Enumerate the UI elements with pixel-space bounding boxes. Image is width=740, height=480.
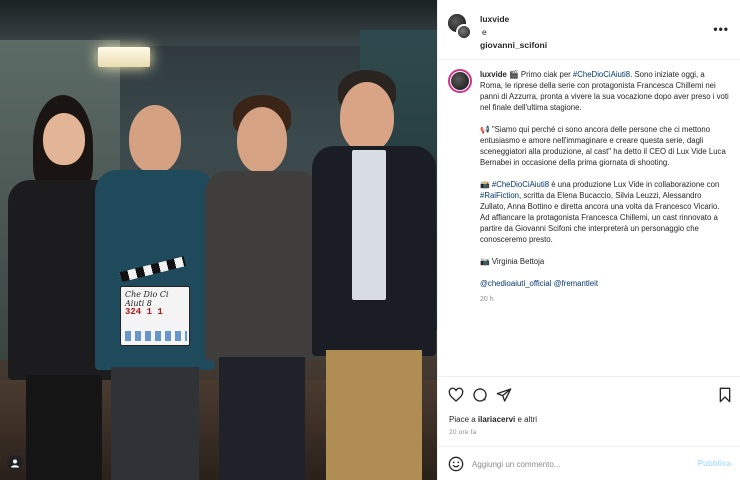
mention-link-1[interactable]: @chedioaiuti_official <box>480 279 552 288</box>
mention-link-2[interactable]: @fremantleit <box>554 279 598 288</box>
action-icons <box>448 387 733 405</box>
caption-text: luxvide 🎬 Primo ciak per #CheDioCiAiuti8… <box>480 69 729 305</box>
photo-ceiling-lamp <box>98 47 150 67</box>
post-actions: Piace a ilariacervi e altri 20 ore fa Pu… <box>438 376 740 480</box>
clapper-title: Che Dio Ci Aiuti 8 <box>125 290 169 308</box>
post-header: luxvide e giovanni_scifoni ••• <box>438 0 740 60</box>
hashtag-link-2[interactable]: #CheDioCiAiuti8 <box>492 180 549 189</box>
share-icon[interactable] <box>496 387 512 403</box>
authors-conjunction: e <box>482 27 487 37</box>
author-link-giovanni[interactable]: giovanni_scifoni <box>480 39 547 52</box>
post-timestamp[interactable]: 20 ore fa <box>449 429 476 436</box>
caption-avatar[interactable] <box>448 69 472 93</box>
clapperboard: Che Dio Ci Aiuti 8 324 1 1 <box>119 256 190 346</box>
clapper-numbers: 324 1 1 <box>125 307 163 317</box>
comment-icon[interactable] <box>472 387 488 403</box>
hashtag-link[interactable]: #CheDioCiAiuti8 <box>573 70 630 79</box>
likes-prefix: Piace a <box>449 415 478 424</box>
comment-input[interactable] <box>472 457 682 471</box>
post-authors: luxvide e giovanni_scifoni <box>480 13 547 52</box>
caption-para3-prefix: 📸 <box>480 180 492 189</box>
author-link-luxvide[interactable]: luxvide <box>480 13 547 26</box>
post-photo[interactable]: Che Dio Ci Aiuti 8 324 1 1 <box>0 0 437 480</box>
likes-user[interactable]: ilariacervi <box>478 415 515 424</box>
caption-line1-end: . <box>630 70 633 79</box>
clapper-board: Che Dio Ci Aiuti 8 324 1 1 <box>120 286 190 346</box>
likes-summary[interactable]: Piace a ilariacervi e altri <box>449 415 537 424</box>
person-young-man <box>205 95 320 480</box>
caption-para3-mid: è una produzione Lux Vide in collaborazi… <box>549 180 720 189</box>
publish-button[interactable]: Pubblica <box>698 459 731 468</box>
hashtag-link-raifiction[interactable]: #RaiFiction <box>480 191 519 200</box>
bookmark-icon[interactable] <box>717 387 733 403</box>
caption-credit: 📷 Virginia Bettoja <box>480 257 545 266</box>
comment-bar: Pubblica <box>438 446 740 480</box>
caption-timestamp: 20 h <box>480 296 494 303</box>
tagged-user-icon[interactable] <box>7 455 23 471</box>
caption-username[interactable]: luxvide <box>480 70 507 79</box>
author-avatar-giovanni[interactable] <box>456 24 472 40</box>
user-icon <box>11 459 19 468</box>
caption-line1: 🎬 Primo ciak per <box>509 70 573 79</box>
caption-quote: 📢 "Siamo qui perché ci sono ancora delle… <box>480 125 726 167</box>
likes-suffix: e altri <box>515 415 538 424</box>
emoji-icon[interactable] <box>448 456 464 472</box>
person-man-right <box>312 70 436 480</box>
post-side-panel: luxvide e giovanni_scifoni ••• luxvide 🎬… <box>437 0 740 480</box>
heart-icon[interactable] <box>448 387 464 403</box>
clapper-footer <box>125 331 187 341</box>
post-caption: luxvide 🎬 Primo ciak per #CheDioCiAiuti8… <box>438 61 740 375</box>
more-options-icon[interactable]: ••• <box>713 22 729 36</box>
